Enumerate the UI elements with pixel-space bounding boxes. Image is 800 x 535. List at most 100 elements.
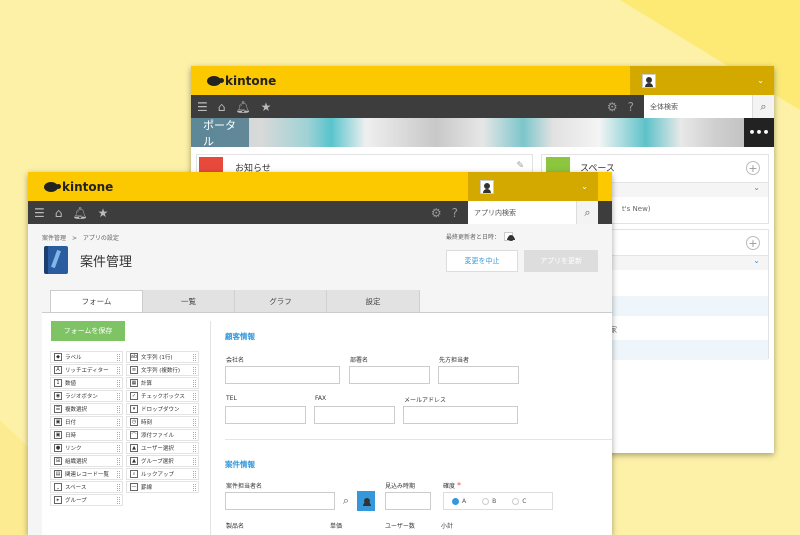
palette-item[interactable]: ● リンク [50,442,123,454]
drag-handle-icon[interactable] [193,393,196,400]
radio-option-c[interactable]: C [512,497,526,505]
chevron-down-icon[interactable]: ⌄ [753,183,760,192]
bell-icon[interactable]: 🔔︎ [235,100,250,114]
lookup-search-icon[interactable]: ⌕ [337,492,355,510]
drag-handle-icon[interactable] [117,406,120,413]
menu-icon[interactable]: ☰ [34,206,45,220]
tel-field[interactable] [225,406,306,424]
palette-item[interactable]: ▾ ドロップダウン [126,403,199,415]
drag-handle-icon[interactable] [193,380,196,387]
drag-handle-icon[interactable] [117,419,120,426]
drag-handle-icon[interactable] [117,471,120,478]
kintone-logo[interactable]: kintone [207,74,276,88]
palette-item[interactable]: ▲ グループ選択 [126,455,199,467]
discard-changes-button[interactable]: 変更を中止 [446,250,518,272]
palette-item[interactable]: ▸ グループ [50,494,123,506]
palette-item[interactable]: ▣ 日付 [50,416,123,428]
company-field[interactable] [225,366,340,384]
department-field[interactable] [349,366,430,384]
drag-handle-icon[interactable] [193,354,196,361]
palette-item[interactable]: ◆ ラベル [50,351,123,363]
drag-handle-icon[interactable] [193,406,196,413]
chevron-down-icon[interactable]: ⌄ [753,256,760,265]
contact-field[interactable] [438,366,519,384]
palette-item[interactable]: ▲ ユーザー選択 [126,442,199,454]
palette-item[interactable]: ⎵ スペース [50,481,123,493]
drag-handle-icon[interactable] [117,497,120,504]
tab-form[interactable]: フォーム [50,290,143,312]
app-search[interactable]: アプリ内検索 ⌕ [468,201,598,224]
tab-graph[interactable]: グラフ [235,290,327,312]
drag-handle-icon[interactable] [117,458,120,465]
bell-icon[interactable]: 🔔︎ [72,206,87,220]
palette-item[interactable]: ≡ 文字列 (複数行) [126,364,199,376]
email-field[interactable] [403,406,518,424]
user-menu[interactable]: ⌄ [630,66,774,95]
palette-item[interactable]: — 罫線 [126,481,199,493]
drag-handle-icon[interactable] [117,484,120,491]
edit-icon[interactable]: ✎ [516,161,524,171]
update-app-button[interactable]: アプリを更新 [524,250,598,272]
home-icon[interactable]: ⌂ [218,100,226,114]
breadcrumb-current: アプリの設定 [82,235,119,242]
content-area: 案件管理 > アプリの設定 最終更新者と日時： 案件管理 変更を中止 アプリを更… [28,224,612,535]
palette-item[interactable]: ⌒ 添付ファイル [126,429,199,441]
drag-handle-icon[interactable] [117,380,120,387]
app-header: kintone ⌄ [28,172,612,201]
help-icon[interactable]: ? [628,100,634,114]
drag-handle-icon[interactable] [193,367,196,374]
menu-icon[interactable]: ☰ [197,100,208,114]
radio-option-a[interactable]: A [452,497,466,505]
palette-item[interactable]: ▣ 日時 [50,429,123,441]
drag-handle-icon[interactable] [117,393,120,400]
drag-handle-icon[interactable] [117,432,120,439]
drag-handle-icon[interactable] [193,419,196,426]
palette-item[interactable]: ☰ 複数選択 [50,403,123,415]
tab-settings[interactable]: 設定 [327,290,420,312]
palette-item[interactable]: ◷ 時刻 [126,416,199,428]
palette-item[interactable]: ◉ ラジオボタン [50,390,123,402]
global-search[interactable]: 全体検索 ⌕ [644,95,774,118]
palette-item[interactable]: 1 数値 [50,377,123,389]
add-app-icon[interactable]: + [746,236,760,250]
whats-new-item[interactable]: t's New) [622,205,651,213]
palette-item[interactable]: A リッチエディター [50,364,123,376]
star-icon[interactable]: ★ [261,100,272,114]
owner-field[interactable] [225,492,335,510]
radio-option-b[interactable]: B [482,497,496,505]
drag-handle-icon[interactable] [193,471,196,478]
user-menu[interactable]: ⌄ [468,172,598,201]
period-field[interactable] [385,492,431,510]
palette-item[interactable]: ⌕ ルックアップ [126,468,199,480]
gear-icon[interactable]: ⚙ [431,206,442,220]
help-icon[interactable]: ? [452,206,458,220]
save-form-button[interactable]: フォームを保存 [51,321,125,341]
drag-handle-icon[interactable] [193,432,196,439]
search-icon[interactable]: ⌕ [576,201,598,224]
kintone-logo[interactable]: kintone [44,180,113,194]
drag-handle-icon[interactable] [193,458,196,465]
drag-handle-icon[interactable] [193,484,196,491]
drag-handle-icon[interactable] [193,445,196,452]
star-icon[interactable]: ★ [98,206,109,220]
search-icon[interactable]: ⌕ [752,95,774,118]
palette-item[interactable]: ✓ チェックボックス [126,390,199,402]
drag-handle-icon[interactable] [117,367,120,374]
gear-icon[interactable]: ⚙ [607,100,618,114]
palette-item[interactable]: ab 文字列 (1行) [126,351,199,363]
home-icon[interactable]: ⌂ [55,206,63,220]
drag-handle-icon[interactable] [117,354,120,361]
palette-item[interactable]: ▦ 計算 [126,377,199,389]
palette-item[interactable]: ⊞ 組織選択 [50,455,123,467]
fax-field[interactable] [314,406,395,424]
field-palette: ◆ ラベル ab 文字列 (1行) A リッチエディター ≡ 文字列 (複数行) 1 数値 ▦ 計算 ◉… [42,349,210,535]
owner-label: 案件担当者名 [226,483,263,490]
user-picker-icon[interactable] [357,491,375,511]
add-space-icon[interactable]: + [746,161,760,175]
more-options-button[interactable]: ••• [744,118,774,147]
tab-list[interactable]: 一覧 [143,290,235,312]
last-updated-label: 最終更新者と日時： [446,234,501,241]
drag-handle-icon[interactable] [117,445,120,452]
palette-item[interactable]: ▤ 関連レコード一覧 [50,468,123,480]
breadcrumb-root[interactable]: 案件管理 [42,235,66,242]
